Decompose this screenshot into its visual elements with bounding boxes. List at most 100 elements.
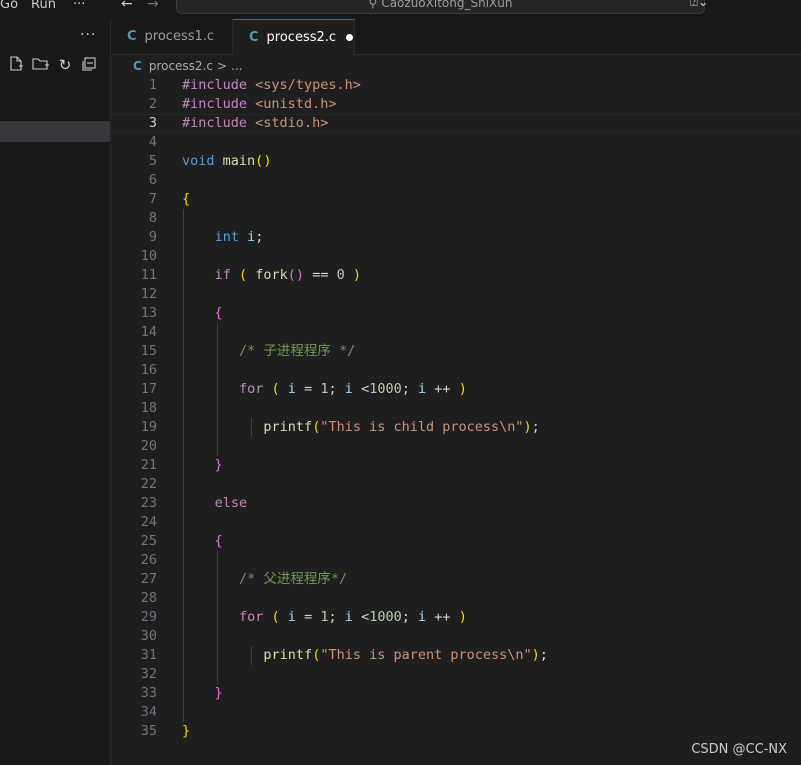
line-number: 12 bbox=[140, 286, 157, 302]
code-line[interactable]: 24 bbox=[111, 513, 801, 532]
code-line[interactable]: 27 /* 父进程程序*/ bbox=[111, 570, 801, 589]
code-line[interactable]: 21 } bbox=[111, 456, 801, 475]
code-line[interactable]: 2 #include <unistd.h> bbox=[111, 95, 801, 114]
code-editor[interactable]: 1 #include <sys/types.h> 2 #include <unistd… bbox=[111, 76, 801, 765]
line-number: 33 bbox=[140, 685, 157, 701]
line-number: 21 bbox=[140, 457, 157, 473]
code-text: for ( i = 1; i <1000; i ++ ) bbox=[238, 381, 467, 397]
collapse-all-icon[interactable] bbox=[80, 56, 98, 74]
line-number: 14 bbox=[140, 324, 157, 340]
code-line[interactable]: 16 bbox=[111, 361, 801, 380]
new-file-icon[interactable] bbox=[7, 56, 25, 74]
new-folder-icon[interactable] bbox=[32, 56, 50, 74]
search-icon: ⚲ bbox=[368, 0, 378, 10]
code-line[interactable]: 7{ bbox=[111, 190, 801, 209]
code-line[interactable]: 1 #include <sys/types.h> bbox=[111, 76, 801, 95]
more-actions-icon[interactable]: ··· bbox=[80, 27, 96, 43]
forward-arrow-icon[interactable]: → bbox=[147, 0, 159, 12]
line-number: 15 bbox=[140, 343, 157, 359]
code-line[interactable]: 8 bbox=[111, 209, 801, 228]
tab-process1-c[interactable]: Cprocess1.c bbox=[111, 19, 233, 54]
menu-more[interactable]: ··· bbox=[73, 0, 85, 12]
line-number: 34 bbox=[140, 704, 157, 720]
code-line[interactable]: 32 bbox=[111, 665, 801, 684]
menu-run[interactable]: Run bbox=[31, 0, 56, 12]
code-line[interactable]: 5 void main() bbox=[111, 152, 801, 171]
code-line[interactable]: 3 #include <stdio.h> bbox=[111, 114, 801, 133]
code-line[interactable]: 28 bbox=[111, 589, 801, 608]
code-line[interactable]: 19 printf("This is child process\n"); bbox=[111, 418, 801, 437]
code-line[interactable]: 25 { bbox=[111, 532, 801, 551]
code-line[interactable]: 13 { bbox=[111, 304, 801, 323]
c-file-icon: C bbox=[127, 29, 137, 44]
tab-label: process1.c bbox=[144, 29, 215, 44]
line-number: 18 bbox=[140, 400, 157, 416]
code-text: { bbox=[214, 533, 223, 549]
code-line[interactable]: 34 bbox=[111, 703, 801, 722]
line-number: 31 bbox=[140, 647, 157, 663]
code-text: } bbox=[182, 723, 191, 739]
code-text: } bbox=[214, 685, 223, 701]
code-text: { bbox=[182, 191, 191, 207]
line-number: 35 bbox=[140, 723, 157, 739]
line-number: 8 bbox=[148, 210, 157, 226]
copilot-icon[interactable]: ⍰⌄ bbox=[690, 0, 709, 10]
code-line[interactable]: 26 bbox=[111, 551, 801, 570]
line-number: 19 bbox=[140, 419, 157, 435]
code-line[interactable]: 20 bbox=[111, 437, 801, 456]
line-number: 27 bbox=[140, 571, 157, 587]
c-file-icon: C bbox=[249, 30, 259, 45]
line-number: 17 bbox=[140, 381, 157, 397]
line-number: 10 bbox=[140, 248, 157, 264]
line-number: 2 bbox=[148, 96, 157, 112]
code-line[interactable]: 35} bbox=[111, 722, 801, 741]
code-line[interactable]: 23 else bbox=[111, 494, 801, 513]
command-center-search[interactable]: ⚲ CaozuoXitong_ShiXun bbox=[176, 0, 705, 14]
code-line[interactable]: 9 int i; bbox=[111, 228, 801, 247]
code-line[interactable]: 10 bbox=[111, 247, 801, 266]
back-arrow-icon[interactable]: ← bbox=[121, 0, 133, 12]
selected-tree-item[interactable] bbox=[0, 121, 110, 142]
code-text: printf("This is parent process\n"); bbox=[263, 647, 548, 663]
code-text: { bbox=[214, 305, 223, 321]
code-line[interactable]: 29 for ( i = 1; i <1000; i ++ ) bbox=[111, 608, 801, 627]
code-line[interactable]: 31 printf("This is parent process\n"); bbox=[111, 646, 801, 665]
breadcrumb-file[interactable]: process2.c bbox=[149, 59, 213, 73]
code-line[interactable]: 30 bbox=[111, 627, 801, 646]
code-line[interactable]: 22 bbox=[111, 475, 801, 494]
code-text: if ( fork() == 0 ) bbox=[214, 267, 362, 283]
code-text: } bbox=[214, 457, 223, 473]
indent-guide bbox=[183, 209, 184, 722]
code-line[interactable]: 4 bbox=[111, 133, 801, 152]
line-number: 25 bbox=[140, 533, 157, 549]
explorer-sidebar: ··· ↻ bbox=[0, 19, 111, 765]
workspace-name: CaozuoXitong_ShiXun bbox=[381, 0, 513, 10]
line-number: 29 bbox=[140, 609, 157, 625]
code-text: void main() bbox=[182, 153, 272, 169]
code-text: #include <unistd.h> bbox=[182, 96, 337, 112]
breadcrumb-symbols[interactable]: ... bbox=[231, 59, 242, 73]
watermark: CSDN @CC-NX bbox=[691, 742, 787, 757]
code-line[interactable]: 15 /* 子进程程序 */ bbox=[111, 342, 801, 361]
menu-go[interactable]: Go bbox=[0, 0, 18, 12]
unsaved-dot-icon[interactable] bbox=[346, 34, 354, 41]
line-number: 11 bbox=[140, 267, 157, 283]
line-number: 1 bbox=[148, 77, 157, 93]
c-file-icon: C bbox=[133, 59, 142, 73]
code-line[interactable]: 17 for ( i = 1; i <1000; i ++ ) bbox=[111, 380, 801, 399]
refresh-icon[interactable]: ↻ bbox=[56, 56, 74, 74]
code-line[interactable]: 11 if ( fork() == 0 ) bbox=[111, 266, 801, 285]
indent-guide bbox=[250, 646, 252, 665]
code-text: /* 子进程程序 */ bbox=[238, 343, 356, 359]
line-number: 16 bbox=[140, 362, 157, 378]
code-text: int i; bbox=[214, 229, 264, 245]
line-number: 6 bbox=[148, 172, 157, 188]
code-line[interactable]: 33 } bbox=[111, 684, 801, 703]
code-line[interactable]: 18 bbox=[111, 399, 801, 418]
tab-process2-c[interactable]: Cprocess2.c bbox=[233, 19, 355, 55]
line-number: 5 bbox=[148, 153, 157, 169]
code-line[interactable]: 14 bbox=[111, 323, 801, 342]
code-line[interactable]: 12 bbox=[111, 285, 801, 304]
code-line[interactable]: 6 bbox=[111, 171, 801, 190]
line-number: 24 bbox=[140, 514, 157, 530]
